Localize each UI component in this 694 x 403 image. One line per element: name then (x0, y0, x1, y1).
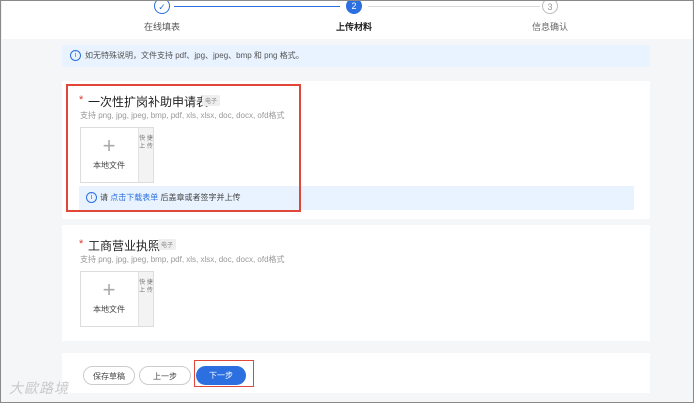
upload-section-business-license: * 工商营业执照 电子 支持 png, jpg, jpeg, bmp, pdf,… (62, 225, 650, 341)
step-1-label: 在线填表 (143, 22, 180, 32)
step-1[interactable]: ✓ 在线填表 (122, 1, 202, 33)
highlight-box-application (66, 84, 301, 212)
step-3-number: 3 (542, 1, 558, 14)
step-progress: ✓ 在线填表 2 上传材料 3 信息确认 (2, 1, 692, 39)
local-file-label: 本地文件 (93, 305, 125, 314)
save-draft-button[interactable]: 保存草稿 (83, 366, 135, 385)
required-mark: * (79, 238, 84, 250)
local-file-button[interactable]: + 本地文件 (81, 272, 137, 326)
plus-icon: + (102, 277, 116, 302)
info-icon: i (70, 50, 81, 62)
section-title: 工商营业执照 (88, 239, 161, 253)
info-banner: i 如无特殊说明，文件支持 pdf、jpg、jpeg、bmp 和 png 格式。 (62, 45, 650, 67)
info-text: 如无特殊说明，文件支持 pdf、jpg、jpeg、bmp 和 png 格式。 (85, 51, 304, 60)
previous-step-button[interactable]: 上一步 (139, 366, 191, 385)
screenshot-frame: ✓ 在线填表 2 上传材料 3 信息确认 i 如无特殊说明，文件支持 pdf、jp… (0, 0, 694, 403)
step-2[interactable]: 2 上传材料 (314, 1, 394, 33)
file-uploader[interactable]: + 本地文件 快 捷 上 传 (80, 271, 154, 327)
action-bar: 保存草稿 上一步 下一步 (62, 353, 650, 393)
highlight-box-next (194, 360, 254, 387)
step-3-label: 信息确认 (531, 22, 568, 32)
step-2-number: 2 (346, 1, 362, 14)
step-1-check-icon: ✓ (154, 1, 170, 14)
quick-upload-button[interactable]: 快 捷 上 传 (138, 272, 153, 326)
electronic-tag: 电子 (158, 239, 177, 250)
step-2-label: 上传材料 (335, 22, 372, 32)
step-3[interactable]: 3 信息确认 (510, 1, 590, 33)
watermark: 大歐路境 (9, 380, 69, 396)
supported-formats: 支持 png, jpg, jpeg, bmp, pdf, xls, xlsx, … (80, 255, 285, 264)
